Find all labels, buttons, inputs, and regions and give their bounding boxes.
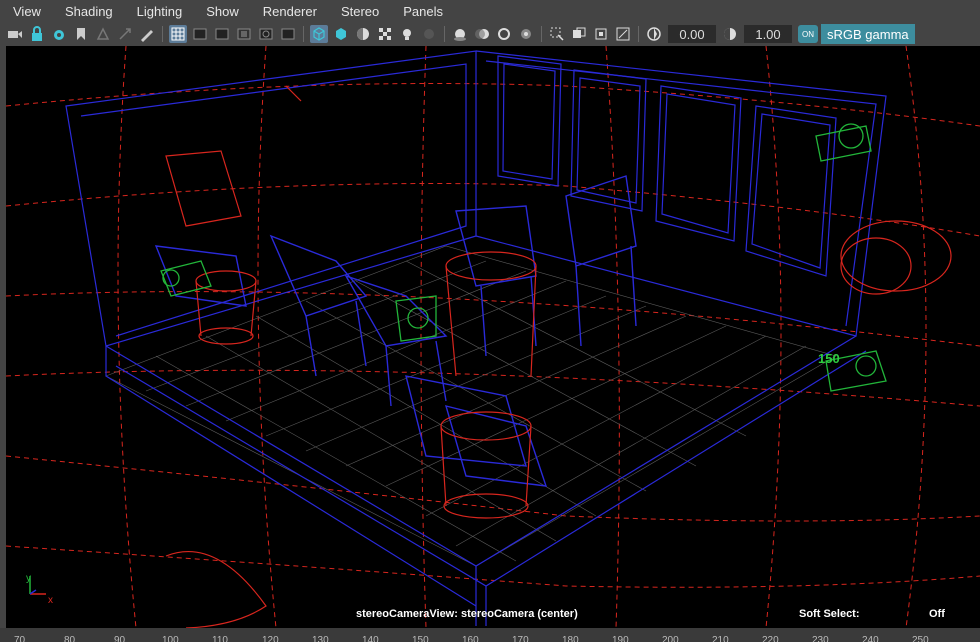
2d-pan-zoom-icon[interactable] <box>116 25 134 43</box>
multisample-aa-icon[interactable] <box>495 25 513 43</box>
tick-label: 200 <box>662 635 679 642</box>
timeline-ruler[interactable]: 70 80 90 100 110 120 130 140 150 160 170… <box>0 628 980 642</box>
menu-renderer[interactable]: Renderer <box>250 4 328 19</box>
screen-space-ao-icon[interactable] <box>451 25 469 43</box>
camera-attributes-icon[interactable] <box>50 25 68 43</box>
color-management-toggle[interactable]: ON <box>798 25 818 43</box>
menu-panels[interactable]: Panels <box>390 4 454 19</box>
camera-distance-label: 150 <box>818 351 840 366</box>
motion-blur-icon[interactable] <box>473 25 491 43</box>
smooth-shade-icon[interactable] <box>332 25 350 43</box>
safe-action-icon[interactable] <box>279 25 297 43</box>
default-material-icon[interactable] <box>354 25 372 43</box>
tick-label: 80 <box>64 635 76 642</box>
tick-label: 170 <box>512 635 529 642</box>
stereo-safe-volume <box>6 46 980 628</box>
tick-label: 150 <box>412 635 429 642</box>
menu-view[interactable]: View <box>0 4 52 19</box>
furniture-blue <box>154 175 637 487</box>
soft-select-label: Soft Select: <box>799 608 860 620</box>
tick-label: 180 <box>562 635 579 642</box>
tick-label: 110 <box>212 635 228 642</box>
exposure-field[interactable]: 0.00 <box>668 25 716 43</box>
toolbar-divider <box>162 26 163 42</box>
floor-grid <box>105 245 837 567</box>
toolbar-divider <box>303 26 304 42</box>
menu-stereo[interactable]: Stereo <box>328 4 390 19</box>
windows <box>497 55 837 277</box>
xray-joints-icon[interactable] <box>614 25 632 43</box>
tick-label: 70 <box>14 635 26 642</box>
depth-of-field-icon[interactable] <box>517 25 535 43</box>
soft-select-value: Off <box>929 608 945 620</box>
xray-active-icon[interactable] <box>592 25 610 43</box>
wireframe-scene: y x <box>6 46 980 628</box>
bookmark-icon[interactable] <box>72 25 90 43</box>
panel-toolbar: 0.00 1.00 ON sRGB gamma <box>0 22 980 46</box>
grease-pencil-icon[interactable] <box>138 25 156 43</box>
tick-label: 160 <box>462 635 479 642</box>
field-chart-icon[interactable] <box>257 25 275 43</box>
xray-icon[interactable] <box>570 25 588 43</box>
gate-mask-icon[interactable] <box>235 25 253 43</box>
shadows-icon[interactable] <box>420 25 438 43</box>
grid-icon[interactable] <box>169 25 187 43</box>
tick-label: 240 <box>862 635 879 642</box>
tick-label: 230 <box>812 635 829 642</box>
axis-y-label: y <box>26 573 31 584</box>
tick-label: 130 <box>312 635 329 642</box>
wireframe-icon[interactable] <box>310 25 328 43</box>
room-walls <box>65 50 887 626</box>
textured-icon[interactable] <box>376 25 394 43</box>
toolbar-divider <box>638 26 639 42</box>
gamma-icon[interactable] <box>721 25 739 43</box>
3d-viewport[interactable]: y x 150 stereoCameraView: stereoCamera (… <box>6 46 980 628</box>
axis-x-label: x <box>48 595 53 606</box>
resolution-gate-icon[interactable] <box>213 25 231 43</box>
tick-label: 220 <box>762 635 779 642</box>
lock-camera-icon[interactable] <box>28 25 46 43</box>
tick-label: 100 <box>162 635 179 642</box>
tick-label: 210 <box>712 635 729 642</box>
exposure-icon[interactable] <box>645 25 663 43</box>
toolbar-divider <box>541 26 542 42</box>
axis-gizmo <box>29 576 46 595</box>
film-gate-icon[interactable] <box>191 25 209 43</box>
gamma-field[interactable]: 1.00 <box>744 25 792 43</box>
view-transform-dropdown[interactable]: sRGB gamma <box>821 24 915 44</box>
menu-bar: View Shading Lighting Show Renderer Ster… <box>0 0 980 22</box>
tick-label: 250 <box>912 635 929 642</box>
camera-select-icon[interactable] <box>6 25 24 43</box>
tick-label: 140 <box>362 635 379 642</box>
tick-label: 190 <box>612 635 629 642</box>
tick-label: 120 <box>262 635 279 642</box>
toolbar-divider <box>444 26 445 42</box>
menu-lighting[interactable]: Lighting <box>124 4 194 19</box>
menu-show[interactable]: Show <box>193 4 250 19</box>
cameras-green <box>160 123 887 392</box>
tick-label: 90 <box>114 635 126 642</box>
menu-shading[interactable]: Shading <box>52 4 124 19</box>
use-all-lights-icon[interactable] <box>398 25 416 43</box>
image-plane-icon[interactable] <box>94 25 112 43</box>
isolate-select-icon[interactable] <box>548 25 566 43</box>
camera-view-label: stereoCameraView: stereoCamera (center) <box>356 608 578 620</box>
